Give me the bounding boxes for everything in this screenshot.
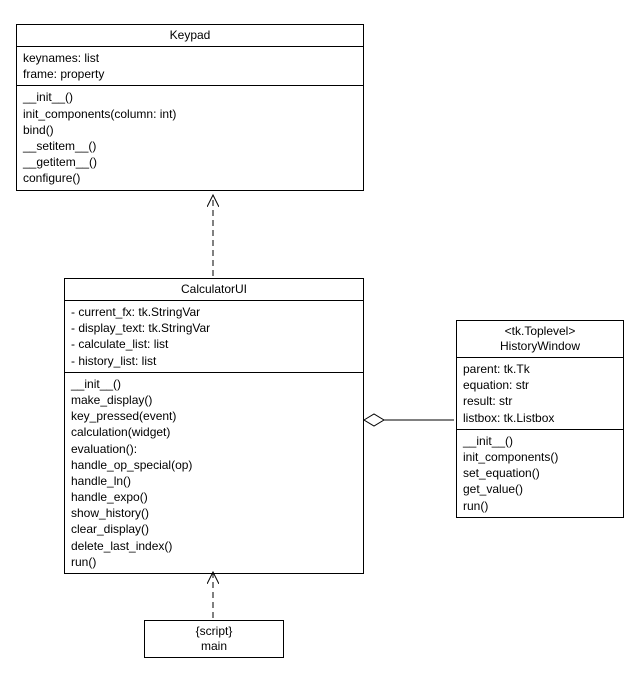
attr: parent: tk.Tk bbox=[463, 361, 617, 377]
class-title-main: {script} main bbox=[145, 621, 283, 657]
attr: frame: property bbox=[23, 66, 357, 82]
class-ops-calculatorui: __init__() make_display() key_pressed(ev… bbox=[65, 373, 363, 573]
op: __setitem__() bbox=[23, 138, 357, 154]
attr: - current_fx: tk.StringVar bbox=[71, 304, 357, 320]
op: run() bbox=[71, 554, 357, 570]
op: evaluation(): bbox=[71, 441, 357, 457]
attr: result: str bbox=[463, 393, 617, 409]
class-ops-historywindow: __init__() init_components() set_equatio… bbox=[457, 430, 623, 517]
aggregation-diamond-icon bbox=[364, 414, 384, 426]
op: __getitem__() bbox=[23, 154, 357, 170]
class-attrs-keypad: keynames: list frame: property bbox=[17, 47, 363, 86]
op: handle_op_special(op) bbox=[71, 457, 357, 473]
class-stereotype: {script} bbox=[151, 624, 277, 639]
class-name: CalculatorUI bbox=[181, 282, 247, 296]
class-attrs-historywindow: parent: tk.Tk equation: str result: str … bbox=[457, 358, 623, 430]
op: configure() bbox=[23, 170, 357, 186]
op: set_equation() bbox=[463, 465, 617, 481]
op: make_display() bbox=[71, 392, 357, 408]
op: clear_display() bbox=[71, 521, 357, 537]
op: get_value() bbox=[463, 481, 617, 497]
op: __init__() bbox=[463, 433, 617, 449]
op: run() bbox=[463, 498, 617, 514]
class-title-keypad: Keypad bbox=[17, 25, 363, 47]
class-title-historywindow: <tk.Toplevel> HistoryWindow bbox=[457, 321, 623, 358]
op: bind() bbox=[23, 122, 357, 138]
class-name: HistoryWindow bbox=[463, 339, 617, 354]
class-calculatorui: CalculatorUI - current_fx: tk.StringVar … bbox=[64, 278, 364, 574]
op: init_components(column: int) bbox=[23, 106, 357, 122]
op: handle_expo() bbox=[71, 489, 357, 505]
op: show_history() bbox=[71, 505, 357, 521]
attr: equation: str bbox=[463, 377, 617, 393]
class-name: main bbox=[151, 639, 277, 654]
op: handle_ln() bbox=[71, 473, 357, 489]
attr: - display_text: tk.StringVar bbox=[71, 320, 357, 336]
class-title-calculatorui: CalculatorUI bbox=[65, 279, 363, 301]
class-main: {script} main bbox=[144, 620, 284, 658]
op: __init__() bbox=[71, 376, 357, 392]
attr: - history_list: list bbox=[71, 353, 357, 369]
op: init_components() bbox=[463, 449, 617, 465]
op: delete_last_index() bbox=[71, 538, 357, 554]
attr: - calculate_list: list bbox=[71, 336, 357, 352]
class-stereotype: <tk.Toplevel> bbox=[463, 324, 617, 339]
class-name: Keypad bbox=[170, 28, 211, 42]
class-historywindow: <tk.Toplevel> HistoryWindow parent: tk.T… bbox=[456, 320, 624, 518]
class-attrs-calculatorui: - current_fx: tk.StringVar - display_tex… bbox=[65, 301, 363, 373]
class-ops-keypad: __init__() init_components(column: int) … bbox=[17, 86, 363, 189]
class-keypad: Keypad keynames: list frame: property __… bbox=[16, 24, 364, 191]
op: key_pressed(event) bbox=[71, 408, 357, 424]
op: calculation(widget) bbox=[71, 424, 357, 440]
attr: listbox: tk.Listbox bbox=[463, 410, 617, 426]
op: __init__() bbox=[23, 89, 357, 105]
attr: keynames: list bbox=[23, 50, 357, 66]
